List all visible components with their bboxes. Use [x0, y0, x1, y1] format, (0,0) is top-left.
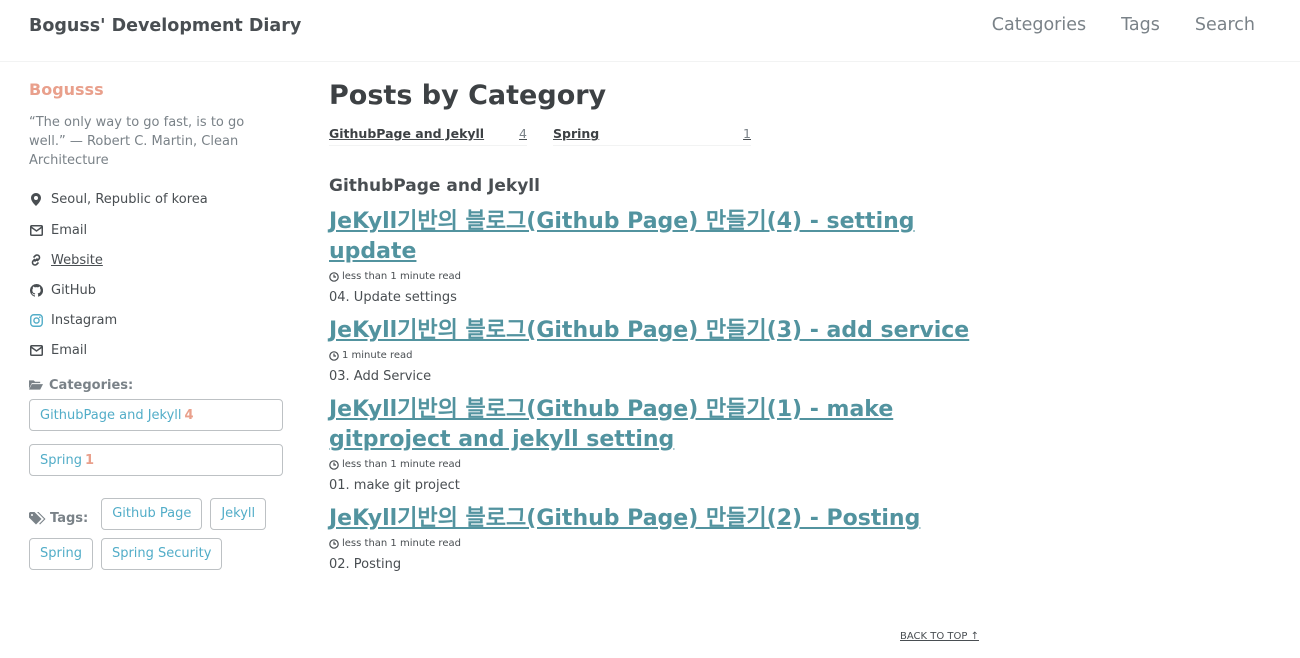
taxonomy-count: 4 [519, 126, 527, 141]
link-label: GitHub [51, 282, 97, 298]
nav-categories[interactable]: Categories [992, 15, 1086, 35]
instagram-icon [29, 313, 43, 327]
author-link-website[interactable]: Website [29, 246, 285, 274]
author-sidebar: Bogusss “The only way to go fast, is to … [29, 80, 285, 578]
clock-icon [329, 538, 339, 549]
author-bio: “The only way to go fast, is to go well.… [29, 115, 245, 168]
tags-title: Tags: [50, 510, 89, 526]
masthead: Boguss' Development Diary Categories Tag… [0, 0, 1300, 62]
read-time: less than 1 minute read [342, 271, 461, 282]
nav-tags[interactable]: Tags [1121, 15, 1160, 35]
tags-icon [29, 511, 46, 525]
category-label: Spring [40, 453, 82, 468]
author-location: Seoul, Republic of korea [29, 188, 285, 210]
post-meta: 1 minute read [329, 350, 979, 361]
post-meta: less than 1 minute read [329, 459, 979, 470]
categories-heading: Categories: [29, 378, 285, 393]
post-excerpt: 02. Posting [329, 557, 402, 572]
post-item: JeKyll기반의 블로그(Github Page) 만들기(1) - make… [329, 395, 979, 493]
link-label: Email [51, 222, 88, 238]
post-item: JeKyll기반의 블로그(Github Page) 만들기(4) - sett… [329, 207, 979, 305]
taxonomy-name: GithubPage and Jekyll [329, 126, 485, 141]
link-label: Email [51, 342, 88, 358]
link-icon [29, 253, 43, 267]
post-excerpt: 04. Update settings [329, 290, 457, 305]
map-marker-icon [29, 192, 43, 206]
tags-section: Tags: Github Page Jekyll Spring Spring S… [29, 498, 285, 578]
post-item: JeKyll기반의 블로그(Github Page) 만들기(2) - Post… [329, 504, 979, 572]
category-button[interactable]: GithubPage and Jekyll 4 [29, 399, 283, 431]
category-label: GithubPage and Jekyll [40, 408, 182, 423]
post-title-link[interactable]: JeKyll기반의 블로그(Github Page) 만들기(1) - make… [329, 395, 979, 455]
folder-open-icon [29, 379, 43, 393]
clock-icon [329, 271, 339, 282]
taxonomy-item[interactable]: GithubPage and Jekyll 4 [329, 126, 527, 146]
post-meta: less than 1 minute read [329, 538, 979, 549]
taxonomy-name: Spring [553, 126, 600, 141]
author-link-email[interactable]: Email [29, 216, 285, 244]
category-count: 1 [84, 453, 94, 468]
taxonomy-index: GithubPage and Jekyll 4 Spring 1 [329, 126, 979, 146]
categories-title: Categories: [49, 378, 134, 393]
post-excerpt: 01. make git project [329, 478, 460, 493]
read-time: 1 minute read [342, 350, 413, 361]
taxonomy-item[interactable]: Spring 1 [553, 126, 751, 146]
tag-button[interactable]: Spring [29, 538, 93, 570]
author-name: Bogusss [29, 80, 104, 99]
category-count: 4 [184, 408, 194, 423]
read-time: less than 1 minute read [342, 538, 461, 549]
post-excerpt: 03. Add Service [329, 369, 432, 384]
link-label: Instagram [51, 312, 118, 328]
author-links: Seoul, Republic of korea Email Website G… [29, 188, 285, 364]
post-title-link[interactable]: JeKyll기반의 블로그(Github Page) 만들기(3) - add … [329, 316, 979, 346]
top-nav: Categories Tags Search [957, 15, 1255, 35]
location-text: Seoul, Republic of korea [51, 191, 208, 207]
post-meta: less than 1 minute read [329, 271, 979, 282]
tag-button[interactable]: Spring Security [100, 538, 223, 570]
envelope-icon [29, 343, 43, 357]
taxonomy-count: 1 [743, 126, 751, 141]
envelope-icon [29, 223, 43, 237]
page-title: Posts by Category [329, 80, 607, 111]
site-title[interactable]: Boguss' Development Diary [29, 16, 301, 36]
clock-icon [329, 350, 339, 361]
nav-search[interactable]: Search [1195, 15, 1255, 35]
clock-icon [329, 459, 339, 470]
author-link-instagram[interactable]: Instagram [29, 306, 285, 334]
tags-heading: Tags: [29, 502, 88, 534]
post-title-link[interactable]: JeKyll기반의 블로그(Github Page) 만들기(4) - sett… [329, 207, 979, 267]
back-to-top-link[interactable]: BACK TO TOP ↑ [900, 631, 979, 642]
category-button[interactable]: Spring 1 [29, 444, 283, 476]
post-title-link[interactable]: JeKyll기반의 블로그(Github Page) 만들기(2) - Post… [329, 504, 979, 534]
author-link-github[interactable]: GitHub [29, 276, 285, 304]
main-content: Posts by Category GithubPage and Jekyll … [329, 80, 979, 572]
tag-button[interactable]: Jekyll [210, 498, 267, 530]
author-link-email-2[interactable]: Email [29, 336, 285, 364]
link-label: Website [51, 252, 103, 268]
github-icon [29, 283, 43, 297]
read-time: less than 1 minute read [342, 459, 461, 470]
post-item: JeKyll기반의 블로그(Github Page) 만들기(3) - add … [329, 316, 979, 384]
section-title: GithubPage and Jekyll [329, 176, 540, 196]
tag-button[interactable]: Github Page [101, 498, 203, 530]
